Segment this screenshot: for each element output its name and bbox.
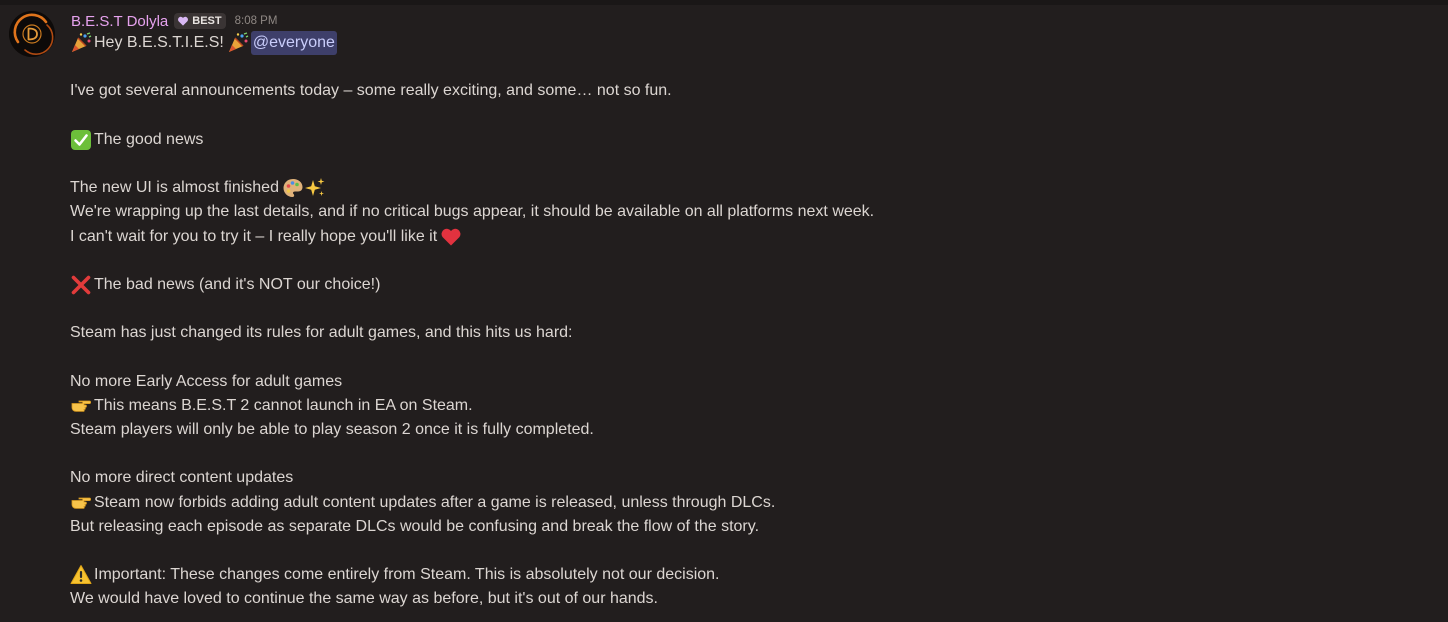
ui-wait-text: I can't wait for you to try it – I reall… [70, 227, 438, 245]
avatar[interactable] [9, 11, 55, 57]
backhand-index-pointing-right-icon [70, 395, 92, 417]
message-content: Hey B.E.S.T.I.E.S! @everyone I've got se… [70, 31, 1430, 612]
closing-text: We would have loved to continue the same… [70, 590, 658, 608]
no-updates-line: No more direct content updates [70, 466, 1430, 490]
ui-wait-line: I can't wait for you to try it – I reall… [70, 225, 1430, 249]
backhand-index-pointing-right-icon [70, 492, 92, 514]
no-updates-detail-text: But releasing each episode as separate D… [70, 517, 760, 535]
ui-title-text: The new UI is almost finished [70, 179, 279, 197]
red-heart-icon [440, 226, 462, 248]
closing-line: We would have loved to continue the same… [70, 587, 1430, 611]
server-tag-badge[interactable]: BEST [174, 13, 226, 29]
bad-news-heading: The bad news (and it's NOT our choice!) [70, 273, 1430, 297]
no-early-access-detail-text: Steam players will only be able to play … [70, 421, 594, 438]
party-popper-icon [70, 32, 92, 54]
intro-line: I've got several announcements today – s… [70, 79, 1430, 103]
greeting-line: Hey B.E.S.T.I.E.S! @everyone [70, 31, 1430, 56]
warning-icon [70, 564, 92, 586]
server-tag-label: BEST [192, 15, 222, 27]
greeting-text: Hey B.E.S.T.I.E.S! [94, 34, 224, 51]
no-early-access-line: No more Early Access for adult games [70, 370, 1430, 394]
purple-heart-icon [178, 16, 189, 26]
important-line: Important: These changes come entirely f… [70, 563, 1430, 587]
no-early-access-point-line: This means B.E.S.T 2 cannot launch in EA… [70, 394, 1430, 418]
avatar-logo-icon [9, 11, 55, 57]
message-header: B.E.S.T Dolyla BEST 8:08 PM [71, 11, 277, 31]
ui-title-line: The new UI is almost finished [70, 176, 1430, 200]
no-early-access-point-text: This means B.E.S.T 2 cannot launch in EA… [94, 396, 473, 414]
no-updates-point-line: Steam now forbids adding adult content u… [70, 491, 1430, 515]
good-news-heading: The good news [70, 128, 1430, 152]
check-mark-button-icon [70, 129, 92, 151]
intro-text: I've got several announcements today – s… [70, 82, 672, 100]
ui-detail-line: We're wrapping up the last details, and … [70, 200, 1430, 224]
username[interactable]: B.E.S.T Dolyla [71, 13, 168, 30]
important-text: Important: These changes come entirely f… [94, 566, 720, 584]
no-early-access-detail-line: Steam players will only be able to play … [70, 418, 1430, 442]
ui-detail-text: We're wrapping up the last details, and … [70, 203, 875, 221]
good-news-text: The good news [94, 130, 204, 148]
no-updates-point-text: Steam now forbids adding adult content u… [94, 493, 776, 511]
cross-mark-icon [70, 274, 92, 296]
steam-rules-line: Steam has just changed its rules for adu… [70, 321, 1430, 345]
sparkles-icon [304, 177, 326, 199]
artist-palette-icon [282, 177, 304, 199]
bad-news-text: The bad news (and it's NOT our choice!) [94, 275, 381, 293]
no-early-access-text: No more Early Access for adult games [70, 372, 343, 390]
chat-message[interactable]: B.E.S.T Dolyla BEST 8:08 PM Hey B.E.S.T.… [0, 5, 1448, 622]
party-popper-icon [227, 32, 249, 54]
no-updates-detail-line: But releasing each episode as separate D… [70, 515, 1430, 539]
everyone-mention[interactable]: @everyone [250, 31, 337, 56]
message-timestamp[interactable]: 8:08 PM [235, 15, 278, 27]
steam-rules-text: Steam has just changed its rules for adu… [70, 324, 573, 342]
no-updates-text: No more direct content updates [70, 469, 294, 487]
